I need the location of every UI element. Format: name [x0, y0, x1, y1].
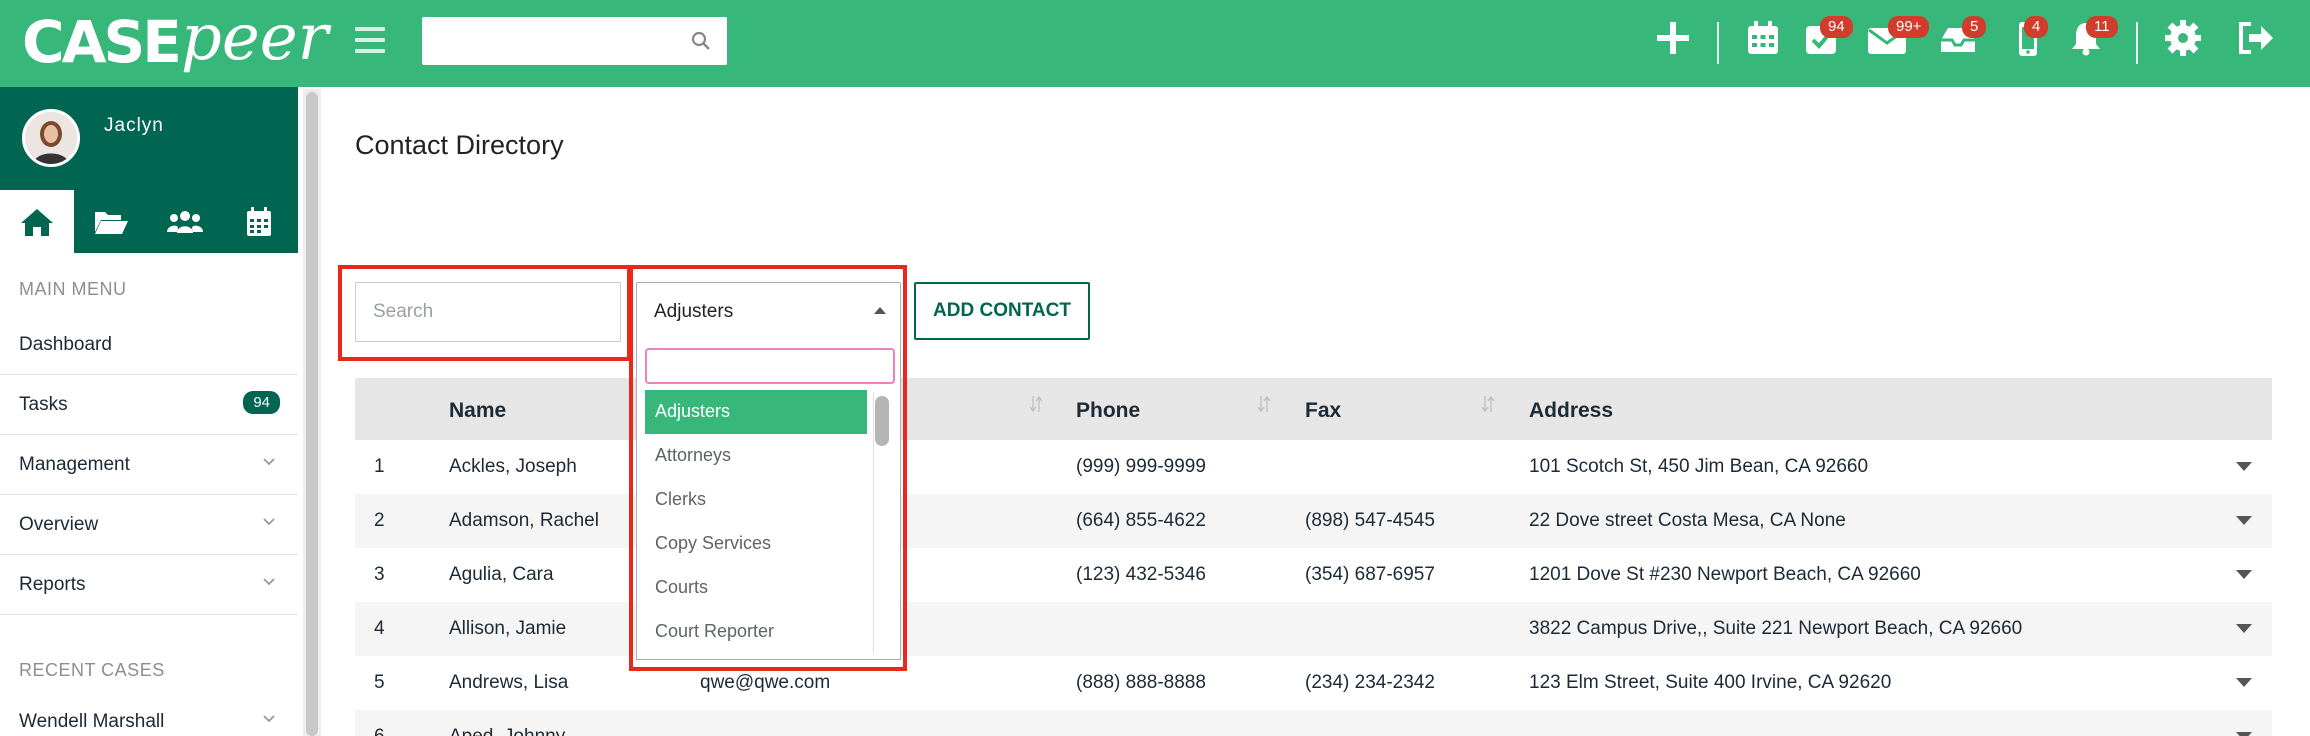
- sidebar-item-management[interactable]: Management: [0, 435, 298, 495]
- tasks-count-badge: 94: [243, 391, 280, 414]
- row-expand-caret-icon[interactable]: [2236, 516, 2252, 525]
- sidebar-item-tasks[interactable]: Tasks 94: [0, 375, 298, 435]
- sidebar-item-label: Tasks: [19, 393, 68, 415]
- contact-address: 22 Dove street Costa Mesa, CA None: [1529, 510, 1846, 531]
- chevron-down-icon: [263, 458, 275, 466]
- user-panel: Jaclyn: [0, 87, 298, 190]
- column-header-address[interactable]: Address: [1529, 399, 1613, 423]
- contact-address: 123 Elm Street, Suite 400 Irvine, CA 926…: [1529, 672, 1892, 693]
- chevron-down-icon: [263, 578, 275, 586]
- contact-phone: (999) 999-9999: [1076, 456, 1206, 477]
- sort-icon[interactable]: [1257, 394, 1271, 414]
- contact-address: 1201 Dove St #230 Newport Beach, CA 9266…: [1529, 564, 1921, 585]
- users-group-icon: [167, 210, 203, 233]
- tab-home[interactable]: [0, 190, 74, 253]
- sidebar-item-label: Management: [19, 453, 130, 475]
- sort-icon[interactable]: [1481, 394, 1495, 414]
- row-expand-caret-icon[interactable]: [2236, 732, 2252, 736]
- contact-phone: (123) 432-5346: [1076, 564, 1206, 585]
- calendar-icon[interactable]: [1743, 18, 1787, 66]
- row-number: 3: [374, 564, 385, 585]
- contact-address: 3822 Campus Drive,, Suite 221 Newport Be…: [1529, 618, 2023, 639]
- chevron-down-icon: [263, 715, 275, 723]
- tab-cases[interactable]: [74, 190, 148, 253]
- mobile-phone-icon[interactable]: 4: [2008, 16, 2052, 66]
- row-expand-caret-icon[interactable]: [2236, 624, 2252, 633]
- mail-badge: 99+: [1888, 16, 1930, 38]
- sidebar-item-label: Dashboard: [19, 333, 112, 355]
- row-number: 2: [374, 510, 385, 531]
- contact-name[interactable]: Aped, Johnny: [449, 726, 565, 736]
- sidebar-scrollbar-thumb[interactable]: [306, 92, 318, 736]
- contact-fax: (234) 234-2342: [1305, 672, 1435, 693]
- user-name[interactable]: Jaclyn: [104, 115, 164, 137]
- hamburger-menu-icon[interactable]: [355, 27, 385, 57]
- chevron-down-icon: [263, 518, 275, 526]
- home-icon: [21, 208, 53, 236]
- contact-name[interactable]: Agulia, Cara: [449, 564, 554, 586]
- calendar-icon: [247, 206, 271, 236]
- column-header-phone[interactable]: Phone: [1076, 399, 1140, 423]
- folder-open-icon: [95, 211, 128, 234]
- global-search-input[interactable]: [422, 17, 727, 65]
- contact-address: 101 Scotch St, 450 Jim Bean, CA 92660: [1529, 456, 1869, 477]
- column-header-fax[interactable]: Fax: [1305, 399, 1341, 423]
- logout-icon[interactable]: [2235, 18, 2279, 66]
- row-number: 4: [374, 618, 385, 639]
- notifications-badge: 11: [2086, 16, 2118, 38]
- topbar-divider: [2136, 22, 2138, 64]
- row-expand-caret-icon[interactable]: [2236, 570, 2252, 579]
- contact-name[interactable]: Adamson, Rachel: [449, 510, 599, 532]
- tasks-badge: 94: [1820, 16, 1853, 38]
- sidebar-item-label: Overview: [19, 513, 99, 535]
- topbar-divider: [1717, 22, 1719, 64]
- sidebar-item-reports[interactable]: Reports: [0, 555, 298, 615]
- inbox-badge: 5: [1962, 16, 1987, 38]
- settings-gear-icon[interactable]: [2163, 18, 2207, 66]
- sidebar: Jaclyn MAIN MENU Dashboard Tasks 94 Manag…: [0, 87, 298, 736]
- contact-email[interactable]: qwe@qwe.com: [700, 672, 830, 694]
- tab-calendar[interactable]: [222, 190, 296, 253]
- add-icon[interactable]: [1653, 18, 1697, 66]
- main-menu-title: MAIN MENU: [19, 279, 127, 299]
- highlight-box-search: [338, 265, 631, 361]
- row-number: 5: [374, 672, 385, 693]
- row-expand-caret-icon[interactable]: [2236, 678, 2252, 687]
- top-navbar: CASE peer 94 99+ 5 4 11: [0, 0, 2310, 87]
- column-header-name[interactable]: Name: [449, 399, 506, 423]
- mail-icon[interactable]: 99+: [1866, 16, 1930, 66]
- highlight-box-category: [629, 265, 907, 671]
- tab-contacts[interactable]: [148, 190, 222, 253]
- user-avatar[interactable]: [22, 109, 80, 167]
- row-expand-caret-icon[interactable]: [2236, 462, 2252, 471]
- page-title: Contact Directory: [355, 130, 564, 160]
- recent-case-label: Wendell Marshall: [19, 711, 165, 732]
- contact-phone: (888) 888-8888: [1076, 672, 1206, 693]
- sidebar-item-overview[interactable]: Overview: [0, 495, 298, 555]
- row-number: 1: [374, 456, 385, 477]
- contact-phone: (664) 855-4622: [1076, 510, 1206, 531]
- sidebar-item-dashboard[interactable]: Dashboard: [0, 315, 298, 375]
- logo-peer-text: peer: [180, 1, 329, 75]
- casepeer-logo[interactable]: CASE peer: [22, 2, 328, 92]
- contact-fax: (354) 687-6957: [1305, 564, 1435, 585]
- table-row[interactable]: 6 Aped, Johnny: [355, 710, 2272, 736]
- contact-name[interactable]: Andrews, Lisa: [449, 672, 568, 694]
- search-icon[interactable]: [691, 31, 711, 51]
- contact-fax: (898) 547-4545: [1305, 510, 1435, 531]
- inbox-tray-icon[interactable]: 5: [1938, 16, 1987, 66]
- recent-case-item[interactable]: Wendell Marshall: [0, 692, 298, 736]
- sidebar-item-label: Reports: [19, 573, 86, 595]
- contact-name[interactable]: Ackles, Joseph: [449, 456, 577, 478]
- phone-badge: 4: [2024, 16, 2049, 38]
- row-number: 6: [374, 726, 385, 736]
- contact-name[interactable]: Allison, Jamie: [449, 618, 566, 640]
- logo-case-text: CASE: [22, 8, 182, 76]
- notifications-bell-icon[interactable]: 11: [2066, 16, 2118, 66]
- add-contact-button[interactable]: ADD CONTACT: [914, 282, 1090, 340]
- sidebar-tabs: [0, 190, 298, 253]
- tasks-check-icon[interactable]: 94: [1802, 16, 1853, 66]
- recent-cases-title: RECENT CASES: [19, 660, 165, 680]
- sort-icon[interactable]: [1029, 394, 1043, 414]
